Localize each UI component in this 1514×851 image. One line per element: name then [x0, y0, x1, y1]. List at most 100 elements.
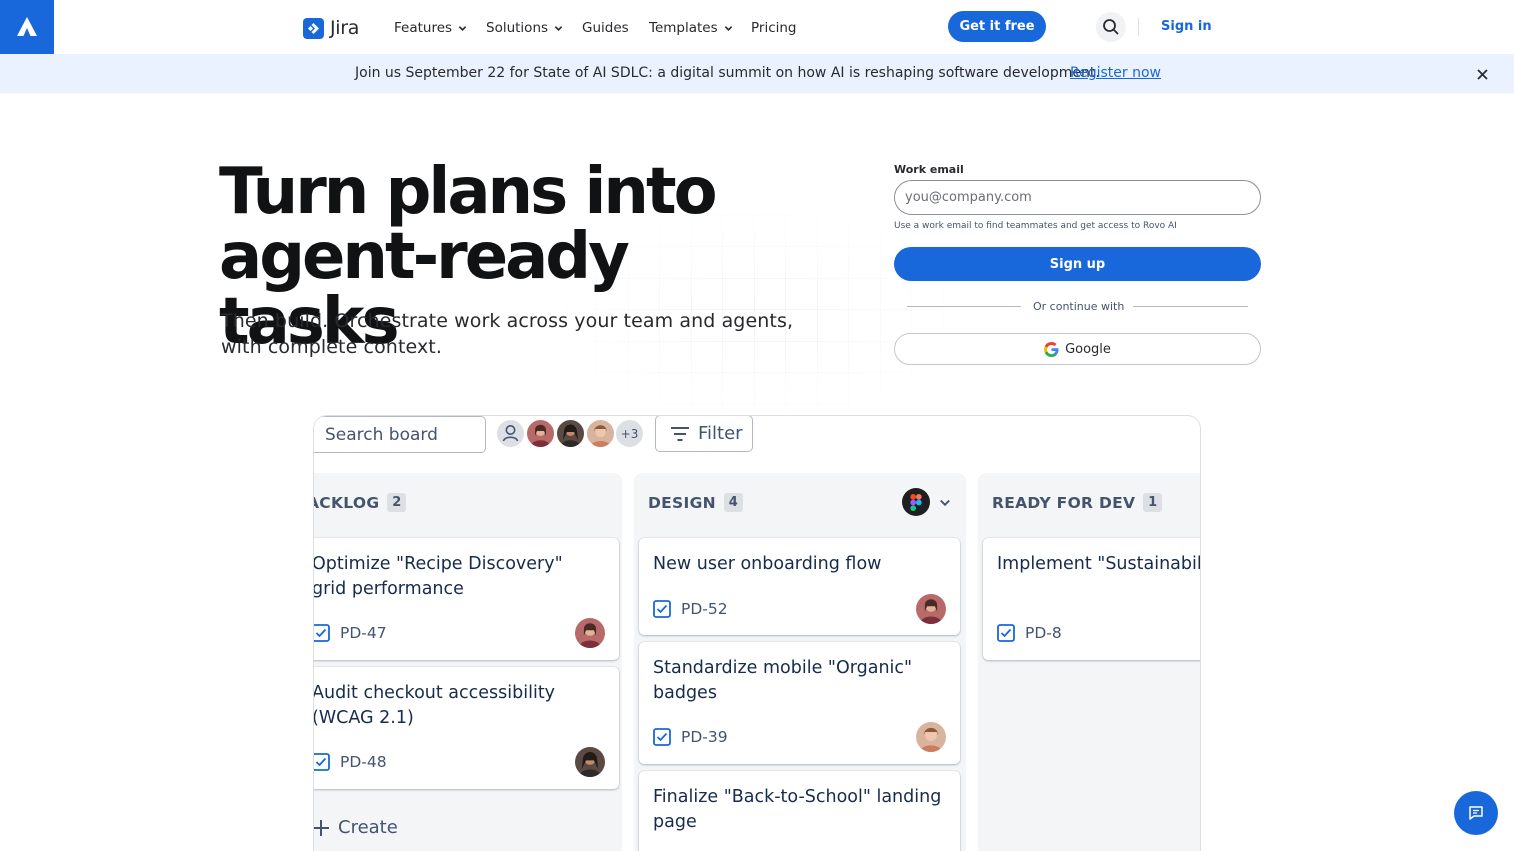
get-it-free-button[interactable]: Get it free [948, 11, 1046, 42]
column-header: DESIGN 4 [648, 493, 743, 512]
card-title: Optimize "Recipe Discovery" grid perform… [313, 554, 563, 599]
nav-pricing[interactable]: Pricing [751, 20, 797, 36]
column-header: ACKLOG 2 [313, 493, 407, 512]
task-checkbox-icon [653, 728, 671, 746]
search-button[interactable] [1096, 12, 1126, 42]
nav-divider [1138, 18, 1139, 36]
divider-line-right [1133, 306, 1248, 307]
atlassian-icon [17, 17, 37, 36]
avatar-unassigned[interactable] [495, 418, 526, 449]
board-preview: Search board +3 Filter ACKLOG 2 Optimize… [313, 415, 1201, 851]
register-now-link[interactable]: Register now [1070, 65, 1161, 81]
nav-features-label: Features [394, 20, 453, 36]
jira-brand-link[interactable]: Jira [303, 17, 359, 39]
atlassian-logo[interactable] [0, 0, 54, 54]
nav-solutions-label: Solutions [486, 20, 549, 36]
email-hint: Use a work email to find teammates and g… [894, 221, 1177, 231]
nav-templates[interactable]: Templates [649, 20, 733, 36]
card-key: PD-8 [997, 624, 1062, 642]
chevron-down-icon [554, 25, 563, 31]
jira-logo-icon [303, 17, 324, 39]
create-issue-button[interactable]: Create [314, 817, 398, 838]
person-icon [502, 425, 519, 442]
task-checkbox-icon [653, 600, 671, 618]
assignee-avatar[interactable] [916, 722, 946, 752]
chevron-down-icon [458, 25, 467, 31]
work-email-label: Work email [894, 163, 964, 176]
board-column-design: DESIGN 4 New user onboarding flow PD-52 [634, 473, 966, 851]
brand-name: Jira [330, 17, 360, 39]
issue-card[interactable]: Audit checkout accessibility (WCAG 2.1) … [313, 667, 619, 789]
work-email-input[interactable] [894, 180, 1261, 215]
column-count: 1 [1143, 493, 1163, 512]
column-name: READY FOR DEV [992, 493, 1136, 512]
nav-templates-label: Templates [649, 20, 718, 36]
avatar[interactable] [585, 418, 616, 449]
sign-in-link[interactable]: Sign in [1161, 19, 1212, 34]
search-board-input[interactable]: Search board [314, 416, 486, 453]
chevron-down-icon[interactable] [939, 497, 951, 509]
hero-subtitle: Then build. Orchestrate work across your… [221, 310, 794, 358]
divider-line-left [907, 306, 1021, 307]
card-title: Finalize "Back-to-School" landing page [653, 787, 942, 832]
nav-solutions[interactable]: Solutions [486, 20, 563, 36]
column-name: ACKLOG [313, 493, 380, 512]
column-header: READY FOR DEV 1 [992, 493, 1163, 512]
issue-card[interactable]: Implement "Sustainability" video streami… [983, 538, 1201, 660]
issue-card[interactable]: New user onboarding flow PD-52 [639, 538, 960, 635]
hero-title-line-1: Turn plans into [219, 155, 718, 229]
column-count: 4 [723, 493, 743, 512]
card-key-label: PD-47 [340, 624, 387, 642]
column-name: DESIGN [648, 493, 716, 512]
google-icon [1044, 341, 1059, 357]
chevron-down-icon [724, 25, 732, 31]
issue-card[interactable]: Optimize "Recipe Discovery" grid perform… [313, 538, 619, 660]
figma-icon[interactable] [902, 488, 930, 516]
nav-pricing-label: Pricing [751, 20, 797, 36]
card-key-label: PD-52 [681, 600, 728, 618]
filter-label: Filter [698, 423, 743, 444]
avatar[interactable] [525, 418, 556, 449]
assignee-avatar[interactable] [916, 594, 946, 624]
banner-text: Join us September 22 for State of AI SDL… [355, 65, 1100, 81]
card-title: Audit checkout accessibility (WCAG 2.1) [313, 683, 556, 728]
card-key: PD-48 [314, 753, 387, 771]
filter-button[interactable]: Filter [655, 416, 753, 452]
filter-icon [671, 426, 689, 441]
google-signin-button[interactable]: Google [894, 333, 1261, 365]
avatar[interactable] [555, 418, 586, 449]
close-icon [1476, 68, 1488, 80]
card-title: Implement "Sustainability" video streami… [997, 554, 1201, 574]
card-key: PD-52 [653, 600, 728, 618]
plus-icon [314, 819, 329, 836]
task-checkbox-icon [314, 753, 330, 771]
issue-card[interactable]: Standardize mobile "Organic" badges PD-3… [639, 642, 960, 764]
board-column-backlog: ACKLOG 2 Optimize "Recipe Discovery" gri… [313, 473, 622, 851]
card-title: Standardize mobile "Organic" badges [653, 658, 913, 703]
task-checkbox-icon [314, 624, 330, 642]
issue-card[interactable]: Finalize "Back-to-School" landing page [639, 771, 960, 851]
column-count: 2 [387, 493, 407, 512]
card-key-label: PD-39 [681, 728, 728, 746]
more-avatars-badge[interactable]: +3 [614, 418, 645, 449]
sign-up-button[interactable]: Sign up [894, 247, 1261, 281]
continue-with-divider: Or continue with [1033, 300, 1125, 313]
announcement-banner: Join us September 22 for State of AI SDL… [0, 54, 1514, 93]
banner-close-button[interactable] [1474, 66, 1490, 82]
create-label: Create [338, 817, 398, 838]
card-key-label: PD-8 [1025, 624, 1062, 642]
search-icon [1103, 19, 1119, 35]
assignee-avatar[interactable] [575, 747, 605, 777]
nav-guides[interactable]: Guides [582, 20, 629, 36]
card-key: PD-47 [314, 624, 387, 642]
card-key: PD-39 [653, 728, 728, 746]
assignee-avatar[interactable] [575, 618, 605, 648]
nav-features[interactable]: Features [394, 20, 467, 36]
board-column-ready-for-dev: READY FOR DEV 1 Implement "Sustainabilit… [978, 473, 1201, 851]
nav-guides-label: Guides [582, 20, 629, 36]
chat-icon [1469, 806, 1483, 820]
card-key-label: PD-48 [340, 753, 387, 771]
chat-button[interactable] [1454, 791, 1498, 835]
google-button-label: Google [1065, 341, 1111, 357]
card-title: New user onboarding flow [653, 554, 882, 574]
